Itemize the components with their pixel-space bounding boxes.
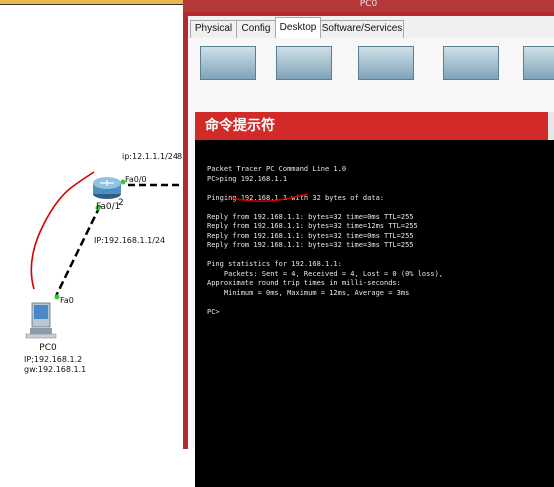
console-output: Packet Tracer PC Command Line 1.0 PC>pin… — [207, 165, 444, 316]
tab-desktop[interactable]: Desktop — [275, 17, 321, 40]
window-title: PC0 — [359, 0, 378, 9]
desktop-app-icon[interactable] — [200, 46, 256, 80]
annotation-red-stroke — [30, 171, 95, 290]
router-suffix-label: 2 — [118, 198, 124, 208]
desktop-app-icon[interactable] — [443, 46, 499, 80]
topology-workspace[interactable]: ip:12.1.1.1/24 8 Fa0/0 Fa0/1 2 IP:192.16… — [0, 0, 183, 449]
tab-strip: Physical Config Desktop Software/Service… — [188, 16, 554, 40]
command-prompt-titlebar[interactable]: 命令提示符 — [195, 112, 554, 140]
command-console[interactable]: Packet Tracer PC Command Line 1.0 PC>pin… — [195, 140, 554, 487]
annotation-underline — [231, 193, 309, 202]
desktop-app-icon[interactable] — [358, 46, 414, 80]
router-edge-mark: 8 — [177, 152, 183, 161]
router-fa01-label: Fa0/1 — [96, 202, 121, 212]
router-fa00-label: Fa0/0 — [125, 175, 147, 184]
desktop-panel: 命令提示符 Packet Tracer PC Command Line 1.0 … — [188, 38, 554, 487]
tab-config[interactable]: Config — [236, 20, 276, 38]
pc-icon — [25, 302, 57, 339]
port-light-pc-fa0 — [54, 294, 60, 300]
window-titlebar[interactable]: PC0 — [183, 0, 554, 12]
desktop-app-icon[interactable] — [276, 46, 332, 80]
tab-physical[interactable]: Physical — [190, 20, 237, 38]
pc-info: IP;192.168.1.2 gw:192.168.1.1 — [24, 355, 86, 375]
tab-software-services[interactable]: Software/Services — [320, 20, 404, 38]
router-lan-ip-label: IP:192.168.1.1/24 — [94, 236, 166, 245]
command-prompt-title: 命令提示符 — [205, 118, 275, 134]
router-icon — [93, 177, 121, 199]
pc-fa0-label: Fa0 — [60, 296, 74, 305]
pc-ip-label: IP;192.168.1.2 — [24, 355, 83, 364]
router-wan-ip-label: ip:12.1.1.1/24 — [122, 152, 178, 161]
pc-gateway-label: gw:192.168.1.1 — [24, 365, 87, 374]
desktop-app-icon[interactable] — [523, 46, 554, 80]
command-prompt-close-button[interactable] — [548, 112, 554, 140]
pc0-window[interactable]: PC0 Physical Config Desktop Software/Ser… — [183, 0, 554, 487]
link-router-pc — [54, 205, 102, 297]
topology-diagram — [25, 171, 183, 339]
pc-name-label: PC0 — [39, 343, 57, 353]
